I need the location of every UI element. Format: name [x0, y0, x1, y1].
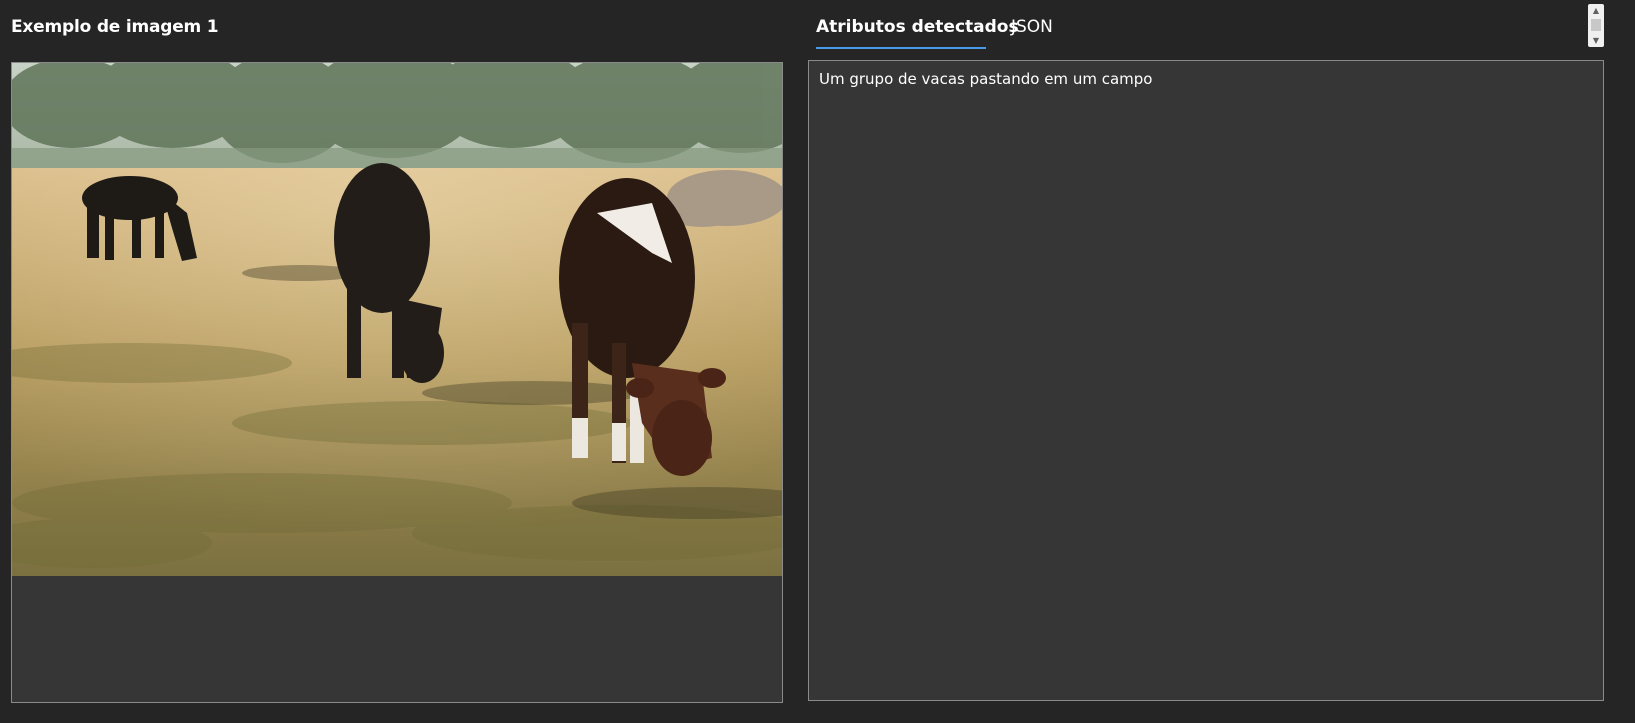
- page-scrollbar[interactable]: ▲ ▼: [1588, 4, 1604, 47]
- sample-image-title: Exemplo de imagem 1: [11, 17, 219, 37]
- scroll-down-arrow-icon[interactable]: ▼: [1588, 35, 1604, 46]
- tab-json[interactable]: JSON: [1011, 14, 1053, 47]
- scroll-up-arrow-icon[interactable]: ▲: [1588, 5, 1604, 16]
- app-window: Exemplo de imagem 1 Atributos detectados…: [0, 0, 1635, 723]
- sample-image-frame: [11, 62, 783, 703]
- sample-image: [12, 63, 782, 576]
- image-caption-text: Um grupo de vacas pastando em um campo: [819, 70, 1153, 88]
- tab-detected-attributes[interactable]: Atributos detectados: [816, 14, 1019, 49]
- result-panel: Um grupo de vacas pastando em um campo: [808, 60, 1604, 701]
- scrollbar-thumb[interactable]: [1591, 19, 1601, 31]
